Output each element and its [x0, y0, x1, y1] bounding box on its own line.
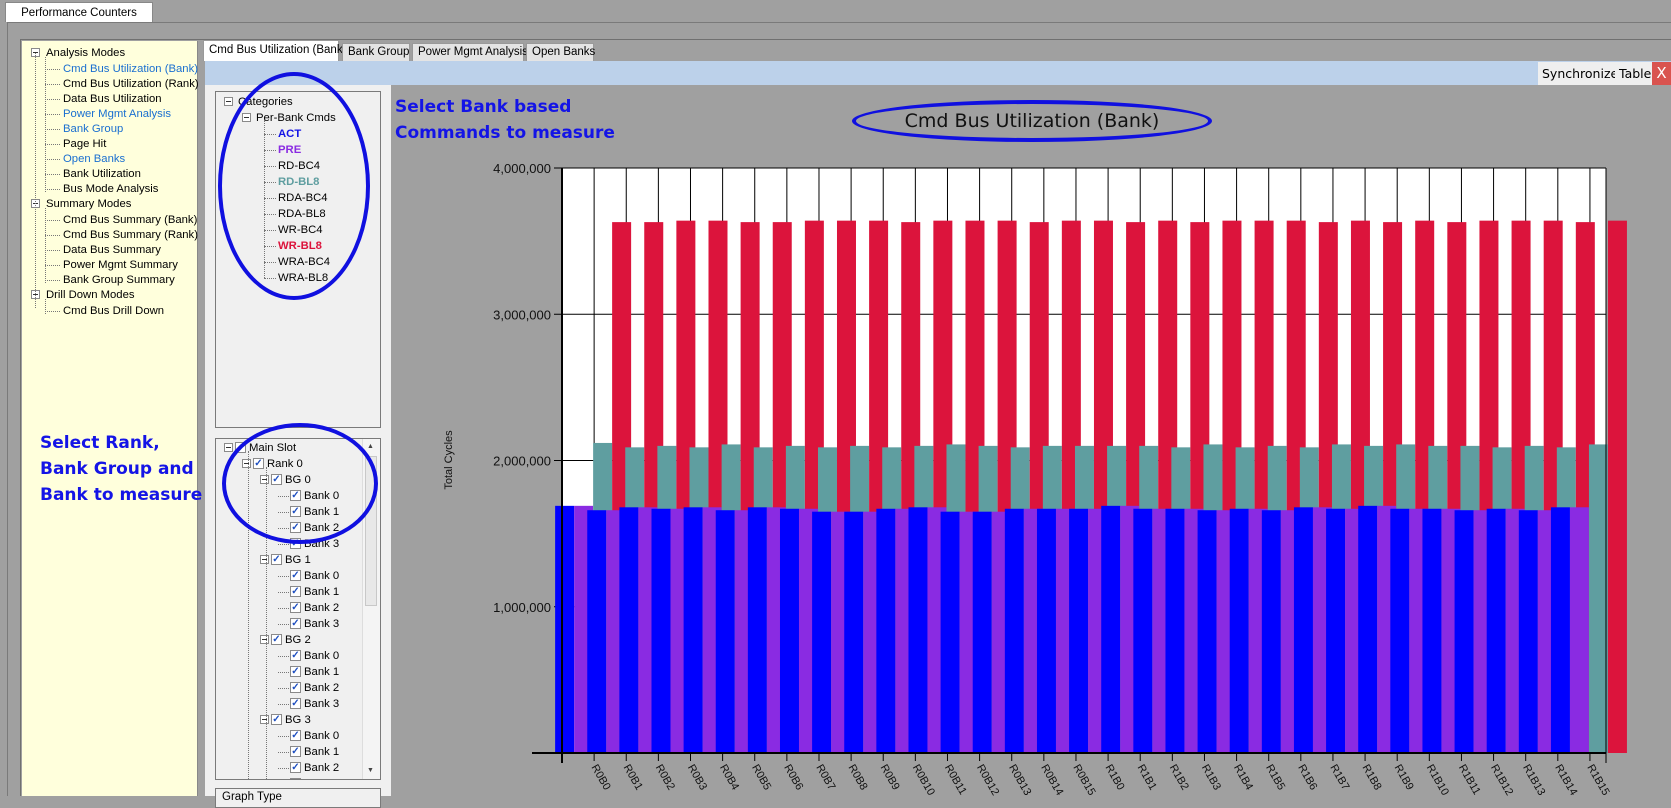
x-tick-label: R0B4 [717, 763, 741, 793]
bar-act [779, 508, 799, 753]
bar-act [1390, 508, 1410, 753]
x-tick-label: R0B1 [621, 763, 645, 793]
x-tick-label: R1B0 [1102, 763, 1126, 793]
bar-act [972, 511, 992, 753]
bar-act [812, 511, 832, 753]
x-tick-label: R1B3 [1199, 763, 1223, 793]
x-tick-label: R1B9 [1392, 763, 1416, 793]
bar-wr-bl8 [1607, 220, 1627, 753]
x-tick-label: R1B8 [1359, 763, 1383, 793]
x-tick-label: R0B6 [781, 763, 805, 793]
bar-act [1133, 508, 1153, 753]
y-tick-label: 3,000,000 [493, 307, 551, 322]
bar-act [619, 507, 639, 753]
x-tick-label: R0B10 [910, 763, 937, 797]
bar-act [844, 511, 864, 753]
x-tick-label: R1B10 [1424, 763, 1451, 797]
bar-act [555, 505, 575, 753]
y-axis-label: Total Cycles [443, 430, 455, 490]
bar-pre [1569, 507, 1589, 753]
x-tick-label: R0B0 [589, 763, 613, 793]
x-tick-label: R1B15 [1584, 763, 1611, 797]
bar-act [1004, 508, 1024, 753]
bar-act [1229, 508, 1249, 753]
bar-act [1261, 510, 1281, 753]
bar-act [683, 507, 703, 753]
bar-act [747, 507, 767, 753]
bar-act [1036, 508, 1056, 753]
x-tick-label: R0B5 [749, 763, 773, 793]
x-tick-label: R1B14 [1552, 763, 1579, 797]
bar-act [1165, 508, 1185, 753]
x-tick-label: R1B1 [1135, 763, 1159, 793]
bar-act [587, 510, 607, 753]
x-tick-label: R0B13 [1006, 763, 1033, 797]
x-tick-label: R0B8 [846, 763, 870, 793]
bar-act [1486, 508, 1506, 753]
x-tick-label: R1B11 [1456, 763, 1483, 797]
x-tick-label: R0B15 [1070, 763, 1097, 797]
bar-act [1454, 510, 1474, 753]
bar-act [940, 511, 960, 753]
x-tick-label: R0B12 [974, 763, 1001, 797]
bar-act [1069, 508, 1089, 753]
bar-rd-bl8 [1588, 444, 1608, 753]
bar-act [1101, 505, 1121, 753]
x-tick-label: R1B6 [1295, 763, 1319, 793]
x-tick-label: R1B5 [1263, 763, 1287, 793]
annotation-ellipse-title [852, 100, 1212, 142]
bar-chart: 1,000,000 2,000,000 3,000,000 4,000,000 R0B0… [443, 161, 1627, 797]
y-tick-label: 2,000,000 [493, 454, 551, 469]
x-tick-label: R1B2 [1167, 763, 1191, 793]
x-tick-label: R0B2 [653, 763, 677, 793]
x-tick-label: R0B9 [878, 763, 902, 793]
y-tick-label: 4,000,000 [493, 161, 551, 176]
x-tick-label: R1B12 [1488, 763, 1515, 797]
bar-act [1518, 510, 1538, 753]
x-tick-label: R1B4 [1231, 763, 1255, 793]
bar-act [908, 507, 928, 753]
bar-act [1422, 508, 1442, 753]
x-tick-label: R0B14 [1038, 763, 1065, 797]
bar-act [1293, 507, 1313, 753]
bar-act [651, 508, 671, 753]
x-tick-label: R0B11 [942, 763, 969, 797]
bar-act [876, 508, 896, 753]
x-tick-label: R0B7 [813, 763, 837, 793]
x-tick-label: R0B3 [685, 763, 709, 793]
x-tick-label: R1B13 [1520, 763, 1547, 797]
bar-act [715, 510, 735, 753]
y-tick-label: 1,000,000 [493, 600, 551, 615]
bar-act [1550, 507, 1570, 753]
bar-act [1358, 505, 1378, 753]
bar-act [1326, 508, 1346, 753]
x-tick-label: R1B7 [1327, 763, 1351, 793]
bar-act [1197, 510, 1217, 753]
